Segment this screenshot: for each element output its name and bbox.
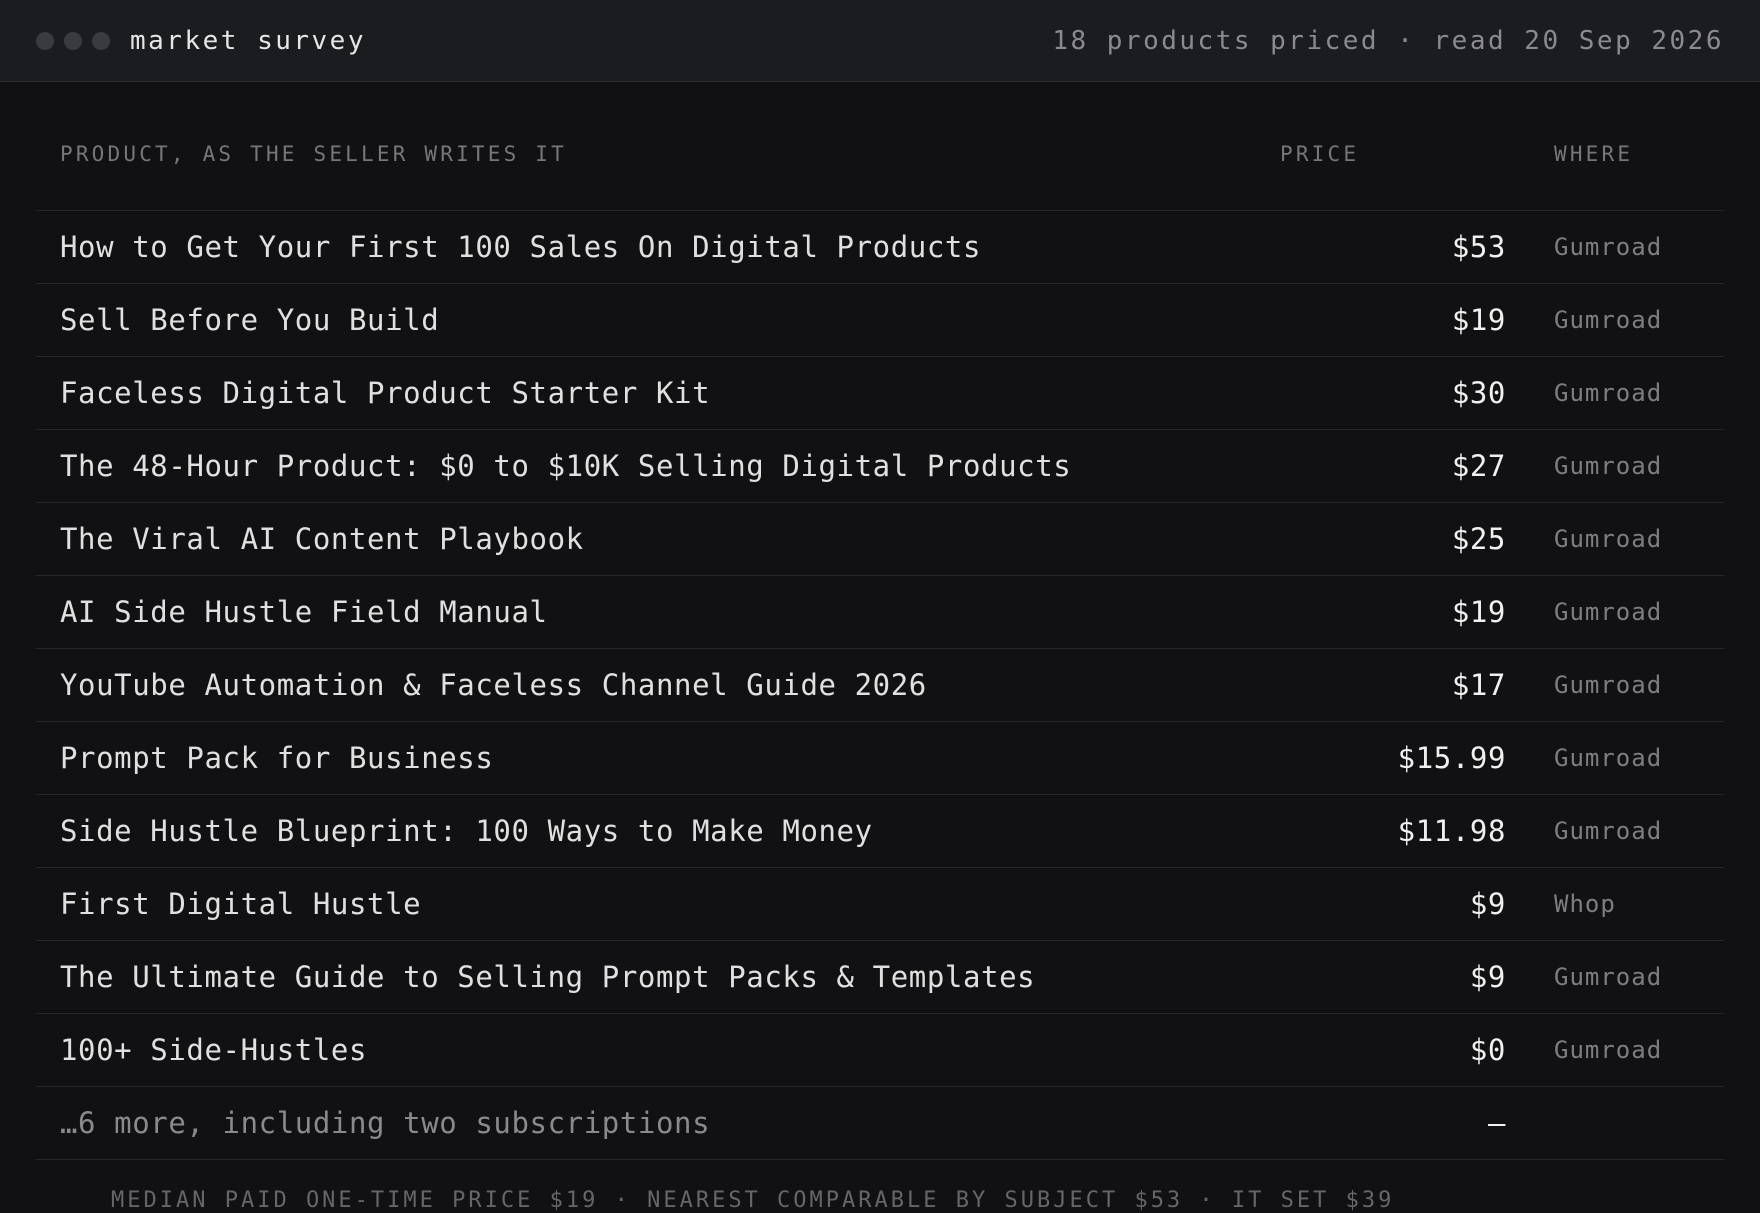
table-row[interactable]: The Viral AI Content Playbook $25 Gumroad [36,502,1724,576]
product-marketplace: Gumroad [1506,210,1724,284]
window-titlebar: market survey 18 products priced · read … [0,0,1760,82]
product-price: $9 [1256,940,1506,1014]
product-price: $27 [1256,429,1506,503]
table-row[interactable]: Faceless Digital Product Starter Kit $30 G… [36,356,1724,430]
product-price: $15.99 [1256,721,1506,795]
product-price: $17 [1256,648,1506,722]
summary-footer: MEDIAN PAID ONE-TIME PRICE $19 · NEAREST… [111,1187,1395,1213]
window-title: market survey [130,25,366,56]
product-price: $11.98 [1256,794,1506,868]
table-row[interactable]: First Digital Hustle $9 Whop [36,867,1724,941]
survey-content: PRODUCT, AS THE SELLER WRITES IT PRICE W… [0,82,1760,1213]
product-price: $19 [1256,283,1506,357]
product-name: Prompt Pack for Business [36,721,1256,795]
table-row[interactable]: The 48-Hour Product: $0 to $10K Selling … [36,429,1724,503]
product-price: $9 [1256,867,1506,941]
product-name: 100+ Side-Hustles [36,1013,1256,1087]
product-marketplace: Gumroad [1506,429,1724,503]
product-marketplace: Gumroad [1506,283,1724,357]
product-marketplace: Gumroad [1506,721,1724,795]
product-price: $30 [1256,356,1506,430]
product-name: First Digital Hustle [36,867,1256,941]
product-name: AI Side Hustle Field Manual [36,575,1256,649]
table-row[interactable]: YouTube Automation & Faceless Channel Gu… [36,648,1724,722]
product-marketplace: Gumroad [1506,1013,1724,1087]
product-marketplace: Gumroad [1506,940,1724,1014]
product-marketplace: Gumroad [1506,575,1724,649]
table-row[interactable]: 100+ Side-Hustles $0 Gumroad [36,1013,1724,1087]
product-price: $25 [1256,502,1506,576]
product-price: $19 [1256,575,1506,649]
product-marketplace: Gumroad [1506,502,1724,576]
product-marketplace: Gumroad [1506,794,1724,868]
product-name: Side Hustle Blueprint: 100 Ways to Make … [36,794,1256,868]
product-price: $0 [1256,1013,1506,1087]
table-header-row: PRODUCT, AS THE SELLER WRITES IT PRICE W… [36,82,1724,211]
product-name: The Viral AI Content Playbook [36,502,1256,576]
maximize-window-dot[interactable] [92,31,110,50]
table-row[interactable]: Side Hustle Blueprint: 100 Ways to Make … [36,794,1724,868]
table-row[interactable]: Prompt Pack for Business $15.99 Gumroad [36,721,1724,795]
table-row[interactable]: How to Get Your First 100 Sales On Digit… [36,210,1724,284]
table-row[interactable]: The Ultimate Guide to Selling Prompt Pac… [36,940,1724,1014]
window-controls [36,31,110,50]
product-marketplace: Gumroad [1506,648,1724,722]
column-header-price: PRICE [1256,82,1506,211]
minimize-window-dot[interactable] [64,31,82,50]
column-header-where: WHERE [1506,82,1724,211]
table-row[interactable]: AI Side Hustle Field Manual $19 Gumroad [36,575,1724,649]
product-marketplace: Gumroad [1506,356,1724,430]
product-price: $53 [1256,210,1506,284]
product-name: Faceless Digital Product Starter Kit [36,356,1256,430]
survey-status: 18 products priced · read 20 Sep 2026 [1052,25,1724,56]
table-row[interactable]: Sell Before You Build $19 Gumroad [36,283,1724,357]
product-name: Sell Before You Build [36,283,1256,357]
product-name: How to Get Your First 100 Sales On Digit… [36,210,1256,284]
product-name: YouTube Automation & Faceless Channel Gu… [36,648,1256,722]
column-header-product: PRODUCT, AS THE SELLER WRITES IT [36,82,1256,211]
product-name: The 48-Hour Product: $0 to $10K Selling … [36,429,1256,503]
product-name: The Ultimate Guide to Selling Prompt Pac… [36,940,1256,1014]
more-products-marketplace [1506,1086,1724,1160]
product-marketplace: Whop [1506,867,1724,941]
table-body: How to Get Your First 100 Sales On Digit… [36,210,1724,1160]
more-products-row[interactable]: …6 more, including two subscriptions — [36,1086,1724,1160]
more-products-label: …6 more, including two subscriptions [36,1086,1256,1160]
close-window-dot[interactable] [36,31,54,50]
product-price-table: PRODUCT, AS THE SELLER WRITES IT PRICE W… [36,82,1724,1160]
more-products-price: — [1256,1086,1506,1160]
